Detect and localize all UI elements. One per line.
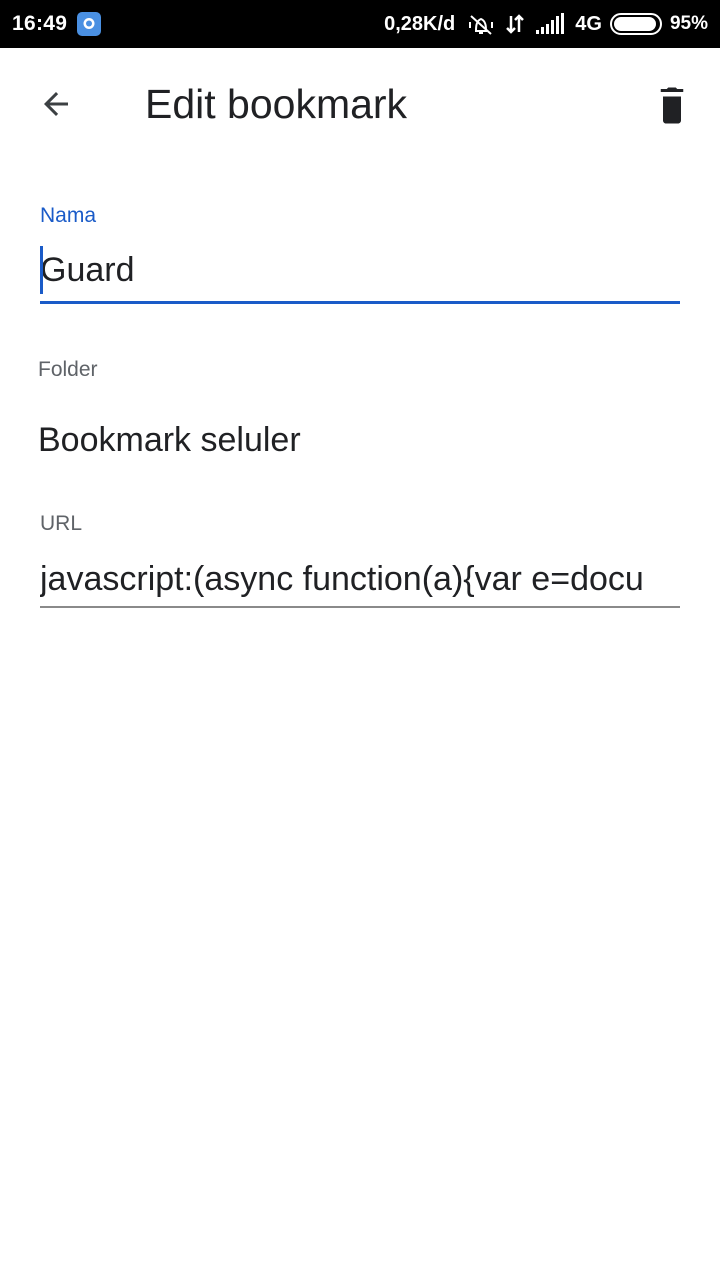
name-value: Guard <box>40 251 135 289</box>
network-type: 4G <box>575 12 602 35</box>
battery-percent: 95% <box>669 13 708 34</box>
page-title: Edit bookmark <box>145 81 408 127</box>
text-cursor <box>40 246 43 294</box>
chat-notification-icon <box>77 12 102 36</box>
folder-selector[interactable]: Bookmark seluler <box>38 421 301 460</box>
arrow-back-icon <box>44 92 68 116</box>
network-speed: 0,28K/d <box>384 12 456 35</box>
back-button[interactable] <box>28 76 84 132</box>
status-left: 16:49 <box>12 12 102 36</box>
battery-icon <box>609 13 662 35</box>
status-bar: 16:49 0,28K/d 4G 95% <box>0 0 720 48</box>
delete-button[interactable] <box>644 76 700 132</box>
url-input[interactable]: javascript:(async function(a){var e=docu <box>40 556 680 608</box>
signal-icon <box>535 13 565 35</box>
folder-label: Folder <box>38 358 98 381</box>
name-input[interactable]: Guard <box>40 244 680 304</box>
url-value: javascript:(async function(a){var e=docu <box>40 560 644 598</box>
data-transfer-icon <box>505 12 525 36</box>
battery-fill <box>613 17 656 31</box>
url-label: URL <box>40 512 83 535</box>
name-label: Nama <box>40 204 97 227</box>
app-bar: Edit bookmark <box>0 48 720 160</box>
status-time: 16:49 <box>12 12 68 35</box>
status-right: 0,28K/d 4G 95% <box>384 12 708 36</box>
vibrate-off-icon <box>467 12 495 36</box>
trash-icon <box>660 87 684 124</box>
